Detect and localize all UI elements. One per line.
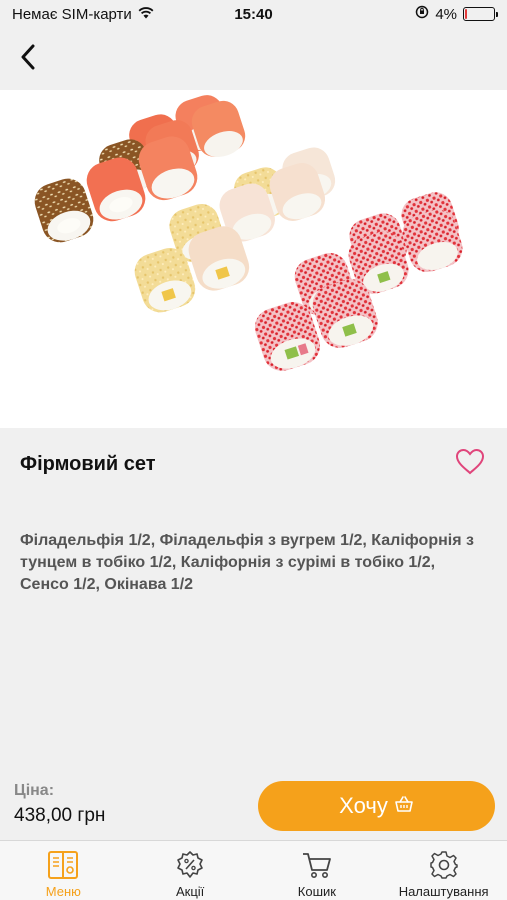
price-label: Ціна: <box>14 782 55 799</box>
status-bar: Немає SIM-карти 15:40 4% <box>0 0 507 28</box>
battery-level <box>465 9 467 19</box>
tab-promotions[interactable]: Акції <box>127 841 254 900</box>
want-button-label: Хочу <box>339 793 388 818</box>
carrier-label: Немає SIM-карти <box>12 5 132 23</box>
discount-gear-icon <box>173 848 207 882</box>
tab-cart-label: Кошик <box>297 884 336 899</box>
settings-gear-icon <box>427 848 461 882</box>
battery-percent: 4% <box>435 5 457 23</box>
back-button[interactable] <box>10 39 46 79</box>
tab-settings-label: Налаштування <box>398 884 489 899</box>
cart-icon <box>300 848 334 882</box>
favorite-button[interactable] <box>453 448 487 480</box>
tab-settings[interactable]: Налаштування <box>380 841 507 900</box>
navigation-bar <box>0 28 507 90</box>
product-description: Філадельфія 1/2, Філадельфія з вугрем 1/… <box>20 532 474 593</box>
battery-icon <box>463 7 498 21</box>
orientation-lock-icon <box>415 5 429 23</box>
price-value: 438,00 грн <box>14 805 106 826</box>
menu-book-icon <box>46 848 80 882</box>
chevron-left-icon <box>20 44 36 75</box>
product-title: Фірмовий сет <box>20 452 156 475</box>
heart-outline-icon <box>455 448 485 480</box>
add-to-cart-button[interactable]: Хочу <box>258 781 495 831</box>
tab-menu[interactable]: Меню <box>0 841 127 900</box>
tab-bar: Меню Акції Кошик Налаштування <box>0 840 507 900</box>
product-header: Фірмовий сет <box>20 448 487 480</box>
tab-promotions-label: Акції <box>175 884 205 899</box>
tab-cart[interactable]: Кошик <box>254 841 381 900</box>
wifi-icon <box>137 6 155 23</box>
basket-icon <box>394 793 414 819</box>
tab-menu-label: Меню <box>45 884 81 899</box>
product-image <box>0 90 507 428</box>
